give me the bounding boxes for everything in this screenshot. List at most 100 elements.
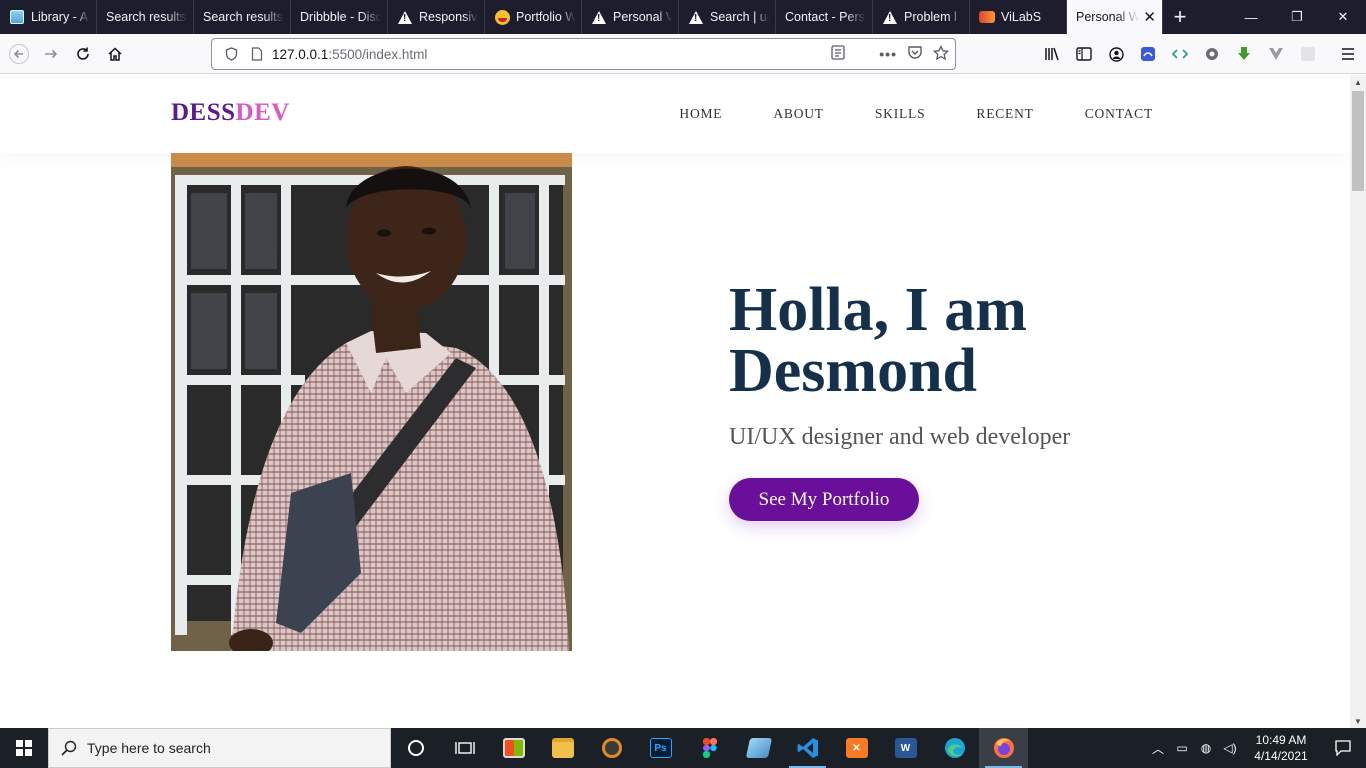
sidebar-icon[interactable] bbox=[1068, 38, 1100, 70]
nav-about[interactable]: ABOUT bbox=[773, 106, 824, 122]
network-globe-icon[interactable]: ◍ bbox=[1194, 741, 1218, 755]
new-tab-button[interactable]: + bbox=[1163, 0, 1197, 34]
tab-contact[interactable]: Contact - Pers bbox=[776, 0, 873, 34]
word-icon: W bbox=[894, 738, 917, 758]
library-shelf-icon[interactable] bbox=[1036, 38, 1068, 70]
reload-button[interactable] bbox=[67, 38, 99, 70]
tab-library[interactable]: Library - A bbox=[0, 0, 97, 34]
notification-center-icon[interactable] bbox=[1320, 740, 1366, 756]
photoshop-app[interactable]: Ps bbox=[636, 728, 685, 768]
xampp-app[interactable]: ✕ bbox=[832, 728, 881, 768]
file-explorer-app[interactable] bbox=[538, 728, 587, 768]
clock-time: 10:49 AM bbox=[1255, 733, 1307, 747]
scroll-thumb[interactable] bbox=[1352, 91, 1364, 191]
store-app[interactable] bbox=[489, 728, 538, 768]
windows-taskbar: Type here to search Ps ✕ W ︿ ▭ ◍ ◁) 10:4… bbox=[0, 728, 1366, 768]
site-nav: HOME ABOUT SKILLS RECENT CONTACT bbox=[679, 106, 1153, 122]
clock-date: 4/14/2021 bbox=[1254, 749, 1308, 763]
extension-blue-icon[interactable] bbox=[1132, 38, 1164, 70]
forward-button[interactable] bbox=[35, 38, 67, 70]
figma-icon bbox=[702, 738, 717, 758]
address-bar[interactable]: 127.0.0.1:5500/index.html ••• bbox=[211, 38, 956, 70]
photoshop-icon: Ps bbox=[649, 738, 672, 758]
nav-skills[interactable]: SKILLS bbox=[875, 106, 926, 122]
notepad-app[interactable] bbox=[734, 728, 783, 768]
tray-chevron-up-icon[interactable]: ︿ bbox=[1146, 740, 1170, 757]
cortana-button[interactable] bbox=[391, 728, 440, 768]
code-extension-icon[interactable] bbox=[1164, 38, 1196, 70]
media-app[interactable] bbox=[587, 728, 636, 768]
bookmark-star-icon[interactable] bbox=[932, 44, 950, 64]
warning-icon bbox=[882, 9, 898, 25]
taskbar-clock[interactable]: 10:49 AM 4/14/2021 bbox=[1242, 732, 1320, 764]
profile-photo bbox=[171, 153, 572, 651]
task-view-button[interactable] bbox=[440, 728, 489, 768]
warning-icon bbox=[397, 9, 413, 25]
back-arrow-icon bbox=[9, 43, 29, 64]
volume-icon[interactable]: ◁) bbox=[1218, 741, 1242, 755]
vilabs-icon bbox=[979, 9, 995, 25]
settings-extension-icon[interactable] bbox=[1196, 38, 1228, 70]
vscode-app[interactable] bbox=[783, 728, 832, 768]
tab-vilabs[interactable]: ViLabS bbox=[970, 0, 1067, 34]
download-extension-icon[interactable] bbox=[1228, 38, 1260, 70]
edge-icon bbox=[944, 738, 965, 758]
hamburger-menu-icon[interactable] bbox=[1332, 38, 1364, 70]
home-button[interactable] bbox=[99, 38, 131, 70]
folder-icon bbox=[551, 738, 574, 758]
windows-logo-icon bbox=[16, 740, 32, 756]
reader-view-icon[interactable] bbox=[831, 45, 845, 63]
minimize-button[interactable]: — bbox=[1228, 0, 1274, 34]
tab-problem[interactable]: Problem l bbox=[873, 0, 970, 34]
site-logo[interactable]: DESSDEV bbox=[171, 99, 290, 127]
scroll-down-arrow-icon[interactable]: ▼ bbox=[1350, 714, 1366, 728]
vscode-icon bbox=[797, 738, 818, 758]
scroll-up-arrow-icon[interactable]: ▲ bbox=[1350, 75, 1366, 89]
warning-icon bbox=[688, 9, 704, 25]
tab-active-personal[interactable]: Personal W ✕ bbox=[1067, 0, 1163, 34]
tab-search-results-2[interactable]: Search results bbox=[194, 0, 291, 34]
more-actions-icon[interactable]: ••• bbox=[879, 46, 897, 62]
see-portfolio-button[interactable]: See My Portfolio bbox=[729, 478, 919, 521]
word-app[interactable]: W bbox=[881, 728, 930, 768]
tab-search-ur[interactable]: Search | ur bbox=[679, 0, 776, 34]
tab-dribbble[interactable]: Dribbble - Disc bbox=[291, 0, 388, 34]
vue-devtools-icon[interactable] bbox=[1260, 38, 1292, 70]
search-icon bbox=[61, 740, 77, 756]
emoji-icon bbox=[494, 9, 510, 25]
store-icon bbox=[502, 738, 525, 758]
page-viewport: DESSDEV HOME ABOUT SKILLS RECENT CONTACT bbox=[0, 75, 1350, 728]
nav-contact[interactable]: CONTACT bbox=[1085, 106, 1153, 122]
home-icon bbox=[108, 46, 122, 61]
close-tab-icon[interactable]: ✕ bbox=[1143, 8, 1156, 26]
disabled-extension-icon[interactable] bbox=[1292, 38, 1324, 70]
tab-personal[interactable]: Personal V bbox=[582, 0, 679, 34]
tab-responsive[interactable]: Responsiv bbox=[388, 0, 485, 34]
figma-app[interactable] bbox=[685, 728, 734, 768]
firefox-app[interactable] bbox=[979, 728, 1028, 768]
pocket-icon[interactable] bbox=[907, 45, 923, 63]
edge-app[interactable] bbox=[930, 728, 979, 768]
taskbar-search[interactable]: Type here to search bbox=[48, 728, 391, 768]
start-button[interactable] bbox=[0, 728, 48, 768]
nav-home[interactable]: HOME bbox=[679, 106, 722, 122]
tab-search-results-1[interactable]: Search results bbox=[97, 0, 194, 34]
page-scrollbar[interactable]: ▲ ▼ bbox=[1350, 75, 1366, 728]
tab-portfolio[interactable]: Portfolio W bbox=[485, 0, 582, 34]
battery-icon[interactable]: ▭ bbox=[1170, 741, 1194, 755]
hero-subtitle: UI/UX designer and web developer bbox=[729, 424, 1071, 450]
account-icon[interactable] bbox=[1100, 38, 1132, 70]
restore-button[interactable]: ❐ bbox=[1274, 0, 1320, 34]
cortana-icon bbox=[407, 740, 424, 756]
library-icon bbox=[9, 9, 25, 25]
task-view-icon bbox=[454, 742, 475, 754]
window-controls: — ❐ ✕ bbox=[1228, 0, 1366, 34]
browser-tab-strip: Library - A Search results Search result… bbox=[0, 0, 1366, 34]
page-icon bbox=[246, 47, 268, 61]
warning-icon bbox=[591, 9, 607, 25]
nav-recent[interactable]: RECENT bbox=[976, 106, 1033, 122]
back-button[interactable] bbox=[3, 38, 35, 70]
media-player-icon bbox=[601, 738, 622, 758]
close-window-button[interactable]: ✕ bbox=[1320, 0, 1366, 34]
browser-toolbar: 127.0.0.1:5500/index.html ••• bbox=[0, 34, 1366, 74]
